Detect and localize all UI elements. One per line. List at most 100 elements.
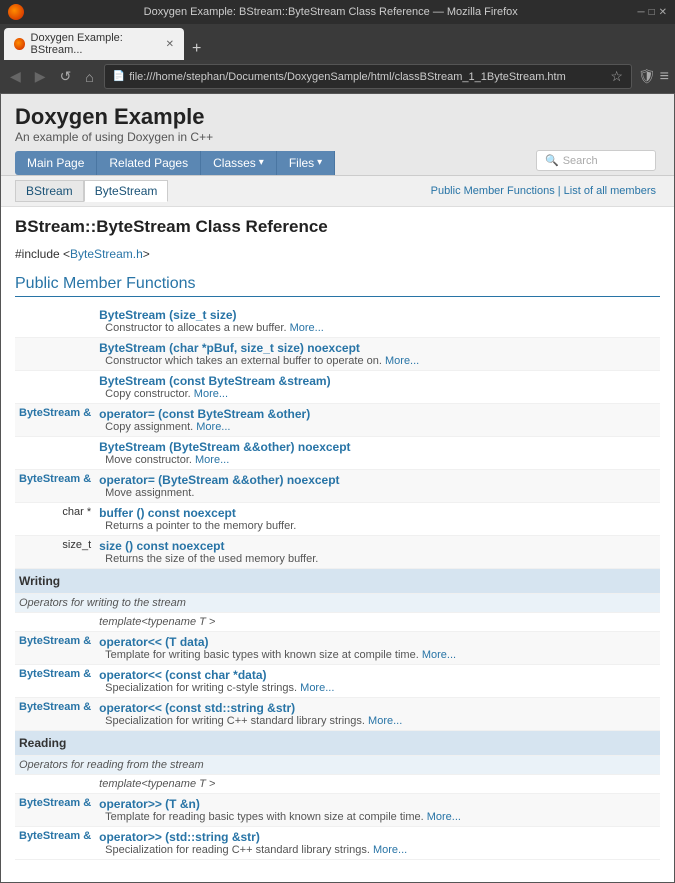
func-desc: Returns a pointer to the memory buffer. [99,520,656,532]
func-cell: operator= (ByteStream &&other) noexcept … [95,470,660,503]
more-link[interactable]: More... [290,322,324,334]
menu-icon[interactable]: ≡ [660,68,669,86]
nav-main-page[interactable]: Main Page [15,151,97,175]
table-row: ByteStream (ByteStream &&other) noexcept… [15,437,660,470]
close-btn[interactable]: ✕ [659,7,667,18]
bookmark-star-icon[interactable]: ☆ [610,68,623,85]
return-type-cell [15,775,95,794]
nav-related-pages[interactable]: Related Pages [97,151,201,175]
more-link[interactable]: More... [427,811,461,823]
func-desc: Template for writing basic types with kn… [99,649,656,661]
table-row: ByteStream & operator= (const ByteStream… [15,404,660,437]
return-type-cell: ByteStream & [15,404,95,437]
func-link[interactable]: operator= (ByteStream &&other) noexcept [99,473,339,487]
func-link[interactable]: operator>> (std::string &str) [99,830,260,844]
search-box[interactable]: 🔍 Search [536,150,656,171]
func-cell: ByteStream (size_t size) Constructor to … [95,305,660,338]
window-controls[interactable]: ─ □ ✕ [637,7,667,18]
table-row: ByteStream & operator<< (const std::stri… [15,698,660,731]
page-main-title: Doxygen Example [15,104,660,130]
more-link[interactable]: More... [368,715,402,727]
func-desc: Specialization for writing c-style strin… [99,682,656,694]
func-cell: template<typename T > [95,613,660,632]
return-type-cell: ByteStream & [15,827,95,860]
include-link[interactable]: ByteStream.h [70,247,143,261]
func-cell: ByteStream (ByteStream &&other) noexcept… [95,437,660,470]
more-link[interactable]: More... [373,844,407,856]
reading-section-header: Reading [15,731,660,756]
breadcrumb-items: BStream ByteStream [15,180,168,202]
shield-icon[interactable]: 🛡 [638,68,656,85]
return-type-cell [15,371,95,404]
func-link[interactable]: operator>> (T &n) [99,797,200,811]
nav-right-controls: 🛡 ≡ [638,68,669,86]
func-desc: Returns the size of the used memory buff… [99,553,656,565]
table-row: ByteStream & operator>> (std::string &st… [15,827,660,860]
active-tab[interactable]: Doxygen Example: BStream... ✕ [4,28,184,60]
back-button[interactable]: ◀ [6,66,25,87]
doxy-header: Doxygen Example An example of using Doxy… [1,94,674,176]
func-link[interactable]: operator<< (const std::string &str) [99,701,295,715]
return-type-cell [15,613,95,632]
reading-desc-cell: Operators for reading from the stream [15,756,660,775]
more-link[interactable]: More... [300,682,334,694]
writing-section-desc: Operators for writing to the stream [15,594,660,613]
func-link[interactable]: operator= (const ByteStream &other) [99,407,310,421]
title-bar: Doxygen Example: BStream::ByteStream Cla… [0,0,675,24]
more-link[interactable]: More... [194,388,228,400]
quick-link-public-members[interactable]: Public Member Functions | List of all me… [431,185,656,197]
more-link[interactable]: More... [385,355,419,367]
func-cell: template<typename T > [95,775,660,794]
reload-button[interactable]: ↺ [56,66,76,87]
breadcrumb-bstream[interactable]: BStream [15,180,84,202]
address-bar[interactable]: 📄 file:///home/stephan/Documents/Doxygen… [104,64,632,89]
class-title: BStream::ByteStream Class Reference [15,217,660,237]
forward-button[interactable]: ▶ [31,66,50,87]
func-link[interactable]: ByteStream (char *pBuf, size_t size) noe… [99,341,360,355]
nav-classes-label: Classes [213,156,256,170]
return-type-cell: ByteStream & [15,470,95,503]
nav-bar: ◀ ▶ ↺ ⌂ 📄 file:///home/stephan/Documents… [0,60,675,93]
more-link[interactable]: More... [422,649,456,661]
func-desc: Move constructor. More... [99,454,656,466]
func-link[interactable]: buffer () const noexcept [99,506,236,520]
func-cell: size () const noexcept Returns the size … [95,536,660,569]
window-title: Doxygen Example: BStream::ByteStream Cla… [24,6,637,18]
func-link[interactable]: operator<< (T data) [99,635,208,649]
template-line: template<typename T > [99,616,656,628]
writing-desc-cell: Operators for writing to the stream [15,594,660,613]
nav-classes[interactable]: Classes ▾ [201,151,277,175]
func-link[interactable]: ByteStream (ByteStream &&other) noexcept [99,440,350,454]
tab-icon [14,38,25,50]
breadcrumb-bytestream[interactable]: ByteStream [84,180,169,202]
func-link[interactable]: ByteStream (size_t size) [99,308,236,322]
table-row: size_t size () const noexcept Returns th… [15,536,660,569]
func-desc: Move assignment. [99,487,656,499]
breadcrumb-bar: BStream ByteStream Public Member Functio… [1,176,674,207]
nav-files-label: Files [289,156,314,170]
table-row: template<typename T > [15,613,660,632]
nav-main-page-label: Main Page [27,156,84,170]
func-desc: Specialization for writing C++ standard … [99,715,656,727]
func-cell: operator>> (std::string &str) Specializa… [95,827,660,860]
nav-files[interactable]: Files ▾ [277,151,335,175]
maximize-btn[interactable]: □ [649,7,655,18]
minimize-btn[interactable]: ─ [637,7,644,18]
table-row: ByteStream & operator<< (const char *dat… [15,665,660,698]
func-link[interactable]: operator<< (const char *data) [99,668,266,682]
home-button[interactable]: ⌂ [81,67,97,87]
func-link[interactable]: ByteStream (const ByteStream &stream) [99,374,330,388]
page-subtitle: An example of using Doxygen in C++ [15,130,660,144]
more-link[interactable]: More... [196,421,230,433]
more-link[interactable]: More... [195,454,229,466]
return-type-cell: size_t [15,536,95,569]
table-row: ByteStream (const ByteStream &stream) Co… [15,371,660,404]
address-text: file:///home/stephan/Documents/DoxygenSa… [129,71,606,83]
reading-section-desc: Operators for reading from the stream [15,756,660,775]
firefox-logo [8,4,24,20]
new-tab-button[interactable]: + [186,38,207,60]
tab-close-btn[interactable]: ✕ [166,39,174,50]
func-link[interactable]: size () const noexcept [99,539,224,553]
func-cell: buffer () const noexcept Returns a point… [95,503,660,536]
func-desc: Template for reading basic types with kn… [99,811,656,823]
